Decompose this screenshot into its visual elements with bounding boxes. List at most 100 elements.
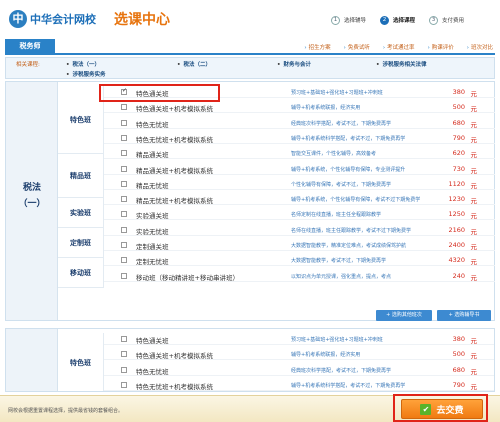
selected-highlight: [99, 84, 220, 102]
step-number: 1: [331, 15, 340, 25]
course-checkbox[interactable]: [121, 150, 127, 157]
price-unit: 元: [470, 151, 478, 160]
course-price: 500: [452, 103, 465, 112]
related-link-tax-law-service[interactable]: 涉税服务相关法律: [376, 60, 427, 68]
course-row[interactable]: 精品无忧班+机考模拟系统 辅导+机考系统，个性化辅导有保障，考试不过下期免费学 12…: [104, 194, 495, 206]
pay-button[interactable]: ✔ 去交费: [401, 399, 483, 419]
course-checkbox[interactable]: [121, 104, 127, 111]
related-link-tax-practice[interactable]: 涉税服务实务: [66, 70, 106, 78]
price-unit: 元: [470, 166, 478, 175]
course-checkbox[interactable]: [121, 165, 127, 172]
price-unit: 元: [470, 181, 478, 190]
course-price: 680: [452, 365, 465, 374]
link-class-compare[interactable]: 班次对比: [467, 43, 493, 51]
course-panel: 税法 （一） 特色班 精品班 实验班 定制班 移动班 特色通关班预习班+基础班+…: [5, 81, 495, 321]
course-row[interactable]: 实验通关班 名师定制在线直播，班主任全程跟踪教学 1250 元: [104, 209, 495, 221]
course-description: 辅导+机考系统，个性化辅导有保障，专业测评提升: [291, 166, 406, 173]
course-checkbox[interactable]: [121, 351, 127, 358]
course-checkbox[interactable]: [121, 226, 127, 233]
course-price: 4320: [448, 256, 465, 265]
step-number: 3: [429, 15, 439, 25]
course-checkbox[interactable]: [121, 336, 127, 342]
related-link-tax-law-1[interactable]: 税法（一）: [66, 60, 101, 68]
related-label: 相关课程:: [16, 62, 40, 68]
course-name: 精品通关班: [136, 151, 169, 160]
course-checkbox[interactable]: [121, 211, 127, 218]
course-row[interactable]: 特色无忧班 经典班次科学搭配，考试不过，下期免费再学 680 元: [104, 118, 495, 129]
course-name: 特色通关班+机考模拟系统: [136, 105, 213, 114]
course-description: 预习班+基础班+强化班+习题班+冲刺班: [291, 337, 383, 343]
price-unit: 元: [470, 382, 478, 391]
course-description: 经典班次科学搭配，考试不过，下期免费再学: [291, 120, 392, 127]
course-row[interactable]: 定制无忧班 大数据智能教学，考试不过，下期免费再学 4320 元: [104, 255, 495, 267]
course-selection-page: 中 中华会计网校 选课中心 1 选择辅导 2 选择课程 3 支付费用 税务师 招…: [0, 0, 500, 422]
course-checkbox[interactable]: [121, 257, 127, 264]
course-row[interactable]: 特色通关班+机考模拟系统 辅导+机考系统联报，经济实用 500 元: [104, 102, 495, 114]
course-row[interactable]: 精品通关班+机考模拟系统 辅导+机考系统，个性化辅导有保障，专业测评提升 730 元: [104, 164, 495, 175]
step-select-tutoring: 1 选择辅导: [331, 15, 366, 25]
course-price: 1120: [448, 179, 465, 188]
course-row[interactable]: 特色无忧班+机考模拟系统 辅导+机考系统科学搭配，考试不过，下期免费再学 790 元: [104, 380, 494, 391]
course-checkbox[interactable]: [121, 272, 127, 279]
course-name: 特色无忧班+机考模拟系统: [136, 382, 213, 391]
course-checkbox[interactable]: [121, 381, 127, 388]
course-checkbox[interactable]: [121, 366, 127, 373]
step-label: 支付费用: [442, 18, 465, 24]
course-row[interactable]: 实验无忧班 名师在线直播，班主任跟踪教学，考试不过下期免费学 2160 元: [104, 225, 495, 236]
course-row[interactable]: 移动班（移动精讲班+移动串讲班） 以知识点为单元授课，强化重点，提点，考点 240 元: [104, 271, 495, 282]
course-row[interactable]: 特色无忧班+机考模拟系统 辅导+机考系统科学搭配，考试不过，下期免费再学 790 元: [104, 133, 495, 144]
course-price: 380: [452, 88, 465, 96]
related-link-tax-law-2[interactable]: 税法（二）: [177, 60, 212, 68]
category-featured: 特色班: [58, 333, 104, 391]
course-name: 精品通关班+机考模拟系统: [136, 166, 213, 175]
link-reviews[interactable]: 购课评价: [428, 43, 454, 51]
course-checkbox[interactable]: [121, 134, 127, 141]
related-courses: 相关课程: 税法（一） 税法（二） 财务与会计 涉税服务相关法律 涉税服务实务: [5, 57, 495, 79]
price-unit: 元: [470, 352, 478, 361]
course-description: 个性化辅导有保障，考试不过，下期免费再学: [291, 181, 392, 188]
course-row[interactable]: 特色通关班+机考模拟系统 辅导+机考系统联报，经济实用 500 元: [104, 349, 494, 361]
course-name: 特色通关班: [136, 337, 169, 345]
category-featured: 特色班: [58, 86, 104, 154]
related-link-finance[interactable]: 财务与会计: [277, 60, 312, 68]
course-panel-2: 特色班 特色通关班 预习班+基础班+强化班+习题班+冲刺班 380 元特色通关班+机考…: [5, 328, 495, 392]
step-pay: 3 支付费用: [429, 15, 464, 25]
link-pass-rate[interactable]: 考试通过率: [383, 43, 415, 51]
tab-tax-agent[interactable]: 税务师: [5, 39, 55, 54]
course-row[interactable]: 特色无忧班 经典班次科学搭配，考试不过，下期免费再学 680 元: [104, 365, 494, 376]
course-checkbox[interactable]: [121, 119, 127, 126]
buy-books-button[interactable]: 选购辅导书: [437, 310, 491, 321]
course-price: 380: [452, 335, 465, 343]
course-description: 智能交互课件，个性化辅导，高效备考: [291, 151, 377, 158]
course-checkbox[interactable]: [121, 242, 127, 248]
course-description: 名师定制在线直播，班主任全程跟踪教学: [291, 212, 382, 219]
price-unit: 元: [470, 105, 478, 114]
link-enrollment-plan[interactable]: 招生方案: [304, 43, 331, 51]
category-mobile: 移动班: [58, 258, 104, 288]
price-unit: 元: [470, 273, 478, 282]
price-unit: 元: [470, 90, 478, 98]
price-unit: 元: [470, 337, 478, 345]
course-price: 2160: [448, 225, 465, 234]
course-checkbox[interactable]: [121, 196, 127, 203]
course-row[interactable]: 特色通关班 预习班+基础班+强化班+习题班+冲刺班 380 元: [104, 334, 494, 345]
course-price: 2400: [448, 241, 465, 249]
course-checkbox[interactable]: [121, 180, 127, 187]
price-unit: 元: [470, 197, 478, 206]
course-description: 经典班次科学搭配，考试不过，下期免费再学: [291, 367, 392, 374]
price-unit: 元: [470, 135, 478, 144]
course-name: 特色无忧班+机考模拟系统: [136, 135, 213, 144]
course-row[interactable]: 精品无忧班 个性化辅导有保障，考试不过，下期免费再学 1120 元: [104, 179, 495, 190]
course-row[interactable]: 精品通关班 智能交互课件，个性化辅导，高效备考 620 元: [104, 148, 495, 160]
course-name: 精品无忧班+机考模拟系统: [136, 197, 213, 206]
course-description: 辅导+机考系统科学搭配，考试不过，下期免费再学: [291, 382, 406, 389]
link-free-trial[interactable]: 免费试听: [344, 43, 370, 51]
course-name: 定制通关班: [136, 243, 169, 251]
course-price: 620: [452, 149, 465, 158]
course-row[interactable]: 定制通关班 大数据智能教学，精准定位难点，考试成绩保驾护航 2400 元: [104, 240, 495, 251]
course-name: 特色无忧班: [136, 367, 169, 376]
course-price: 680: [452, 118, 465, 127]
price-unit: 元: [470, 243, 478, 251]
subject-volume: （一）: [18, 199, 46, 209]
buy-other-classes-button[interactable]: 选购其他班次: [376, 310, 432, 321]
